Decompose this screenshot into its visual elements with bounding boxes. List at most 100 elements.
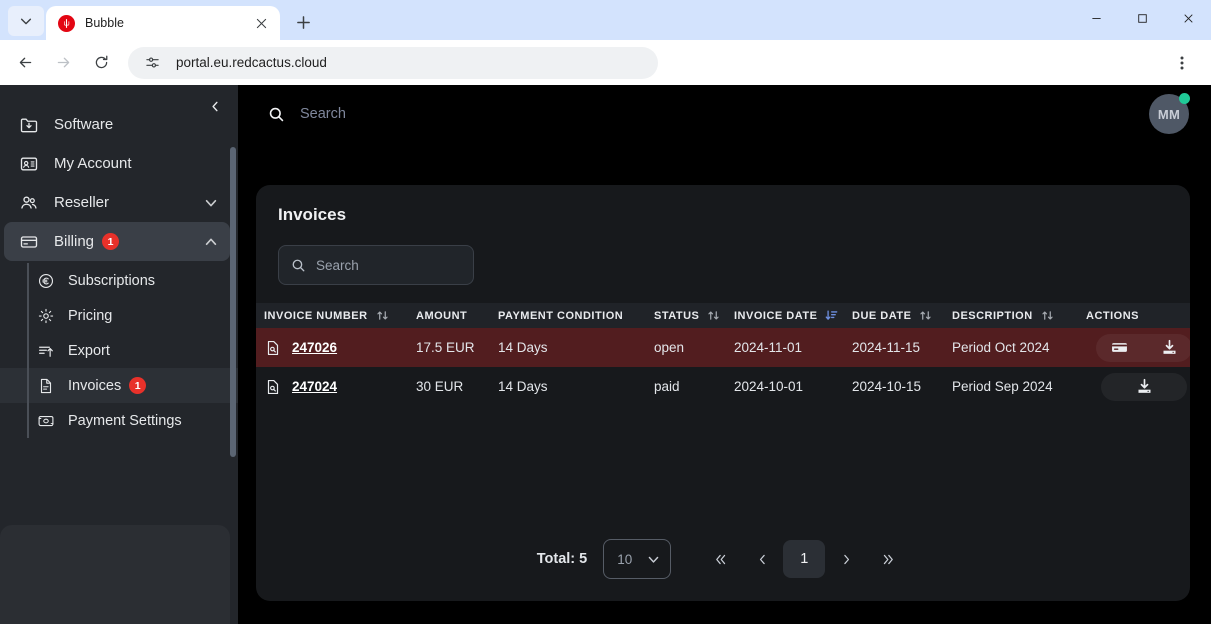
- chevron-up-icon[interactable]: [204, 235, 218, 249]
- prev-page-button[interactable]: [741, 542, 783, 576]
- double-chevron-left-icon: [714, 553, 727, 566]
- status-badge: [1179, 93, 1190, 104]
- table-header-row: INVOICE NUMBER AMOUNT PAYMENT CONDITION: [256, 303, 1190, 328]
- invoice-number-link[interactable]: 247026: [292, 340, 337, 355]
- cell-description: Period Sep 2024: [952, 367, 1086, 406]
- close-window-button[interactable]: [1165, 0, 1211, 36]
- browser-tab[interactable]: Bubble: [46, 6, 280, 40]
- sidebar-item-subscriptions[interactable]: Subscriptions: [0, 263, 238, 298]
- sidebar-badge: 1: [102, 233, 119, 250]
- double-chevron-right-icon: [882, 553, 895, 566]
- tab-title: Bubble: [85, 16, 250, 30]
- column-label: ACTIONS: [1086, 310, 1139, 322]
- back-button[interactable]: [8, 46, 42, 80]
- invoices-table: INVOICE NUMBER AMOUNT PAYMENT CONDITION: [256, 303, 1190, 406]
- tab-search-button[interactable]: [8, 6, 44, 36]
- cell-status: paid: [654, 367, 734, 406]
- column-label: DUE DATE: [852, 310, 911, 322]
- minimize-button[interactable]: [1073, 0, 1119, 36]
- column-header-actions: ACTIONS: [1086, 303, 1190, 328]
- sidebar-item-my-account[interactable]: My Account: [4, 144, 230, 183]
- column-header-invoice-number[interactable]: INVOICE NUMBER: [256, 303, 416, 328]
- browser-menu-button[interactable]: [1165, 46, 1199, 80]
- invoices-search[interactable]: [278, 245, 474, 285]
- close-icon[interactable]: [250, 12, 272, 34]
- cell-invoice-number: 247024: [256, 367, 416, 406]
- users-icon: [18, 192, 40, 214]
- address-bar[interactable]: portal.eu.redcactus.cloud: [128, 47, 658, 79]
- reload-button[interactable]: [84, 46, 118, 80]
- sidebar-item-label: Reseller: [54, 194, 204, 211]
- cell-invoice-date: 2024-11-01: [734, 328, 852, 367]
- sidebar-footer-panel: [0, 525, 230, 624]
- column-header-status[interactable]: STATUS: [654, 303, 734, 328]
- sidebar-badge: 1: [129, 377, 146, 394]
- global-search[interactable]: [268, 106, 1149, 123]
- tab-strip: Bubble: [0, 0, 1211, 40]
- sort-desc-active-icon[interactable]: [825, 309, 838, 322]
- sidebar-item-label: Software: [54, 116, 218, 133]
- sort-icon[interactable]: [1041, 309, 1054, 322]
- sidebar-item-invoices[interactable]: Invoices 1: [0, 368, 238, 403]
- invoices-search-input[interactable]: [316, 258, 461, 273]
- search-icon: [268, 106, 285, 123]
- sidebar-item-payment-settings[interactable]: Payment Settings: [0, 403, 238, 438]
- download-icon[interactable]: [1127, 374, 1161, 400]
- collapse-sidebar-button[interactable]: [202, 93, 228, 119]
- column-label: DESCRIPTION: [952, 310, 1033, 322]
- column-header-payment-condition: PAYMENT CONDITION: [498, 303, 654, 328]
- chevron-left-icon: [756, 553, 769, 566]
- table-header: INVOICE NUMBER AMOUNT PAYMENT CONDITION: [256, 303, 1190, 328]
- cactus-icon: [58, 15, 75, 32]
- page-size-value: 10: [617, 552, 632, 567]
- first-page-button[interactable]: [699, 542, 741, 576]
- column-header-description[interactable]: DESCRIPTION: [952, 303, 1086, 328]
- cell-invoice-number: 247026: [256, 328, 416, 367]
- invoice-number-link[interactable]: 247024: [292, 379, 337, 394]
- pay-card-icon[interactable]: [1102, 335, 1136, 361]
- sort-icon[interactable]: [707, 309, 720, 322]
- page-number-1[interactable]: 1: [783, 540, 825, 578]
- site-settings-icon[interactable]: [142, 53, 162, 73]
- address-bar-url: portal.eu.redcactus.cloud: [176, 55, 327, 70]
- invoice-preview-icon[interactable]: [264, 339, 282, 357]
- column-header-due-date[interactable]: DUE DATE: [852, 303, 952, 328]
- sort-icon[interactable]: [376, 309, 389, 322]
- sidebar-item-software[interactable]: Software: [4, 105, 230, 144]
- search-input[interactable]: [300, 106, 600, 122]
- cell-actions: [1086, 367, 1190, 406]
- column-label: INVOICE NUMBER: [264, 310, 368, 322]
- sidebar-item-export[interactable]: Export: [0, 333, 238, 368]
- arrow-right-icon: [55, 54, 72, 71]
- column-label: PAYMENT CONDITION: [498, 310, 623, 322]
- chevron-down-icon[interactable]: [204, 196, 218, 210]
- sidebar-item-billing[interactable]: Billing 1: [4, 222, 230, 261]
- next-page-button[interactable]: [825, 542, 867, 576]
- sidebar-item-label: Billing: [54, 233, 94, 250]
- export-icon: [36, 341, 56, 361]
- table-row[interactable]: 247026 17.5 EUR 14 Days open 2024-11-01 …: [256, 328, 1190, 367]
- column-header-amount: AMOUNT: [416, 303, 498, 328]
- table-row[interactable]: 247024 30 EUR 14 Days paid 2024-10-01 20…: [256, 367, 1190, 406]
- maximize-button[interactable]: [1119, 0, 1165, 36]
- last-page-button[interactable]: [867, 542, 909, 576]
- forward-button[interactable]: [46, 46, 80, 80]
- column-label: INVOICE DATE: [734, 310, 817, 322]
- sidebar-nav: Software My Account Reseller Billin: [0, 85, 238, 438]
- cell-payment-condition: 14 Days: [498, 328, 654, 367]
- browser-toolbar: portal.eu.redcactus.cloud: [0, 40, 1211, 85]
- sidebar-subnav-billing: Subscriptions Pricing Export: [0, 263, 238, 438]
- invoice-preview-icon[interactable]: [264, 378, 282, 396]
- download-icon[interactable]: [1152, 335, 1186, 361]
- sidebar-item-pricing[interactable]: Pricing: [0, 298, 238, 333]
- cell-amount: 30 EUR: [416, 367, 498, 406]
- sort-icon[interactable]: [919, 309, 932, 322]
- sidebar-item-reseller[interactable]: Reseller: [4, 183, 230, 222]
- sidebar-item-label: My Account: [54, 155, 218, 172]
- new-tab-button[interactable]: [288, 7, 318, 37]
- chevron-down-icon: [647, 553, 660, 566]
- page-size-select[interactable]: 10: [603, 539, 671, 579]
- column-header-invoice-date[interactable]: INVOICE DATE: [734, 303, 852, 328]
- sidebar-scrollbar[interactable]: [230, 147, 236, 457]
- avatar[interactable]: MM: [1149, 94, 1189, 134]
